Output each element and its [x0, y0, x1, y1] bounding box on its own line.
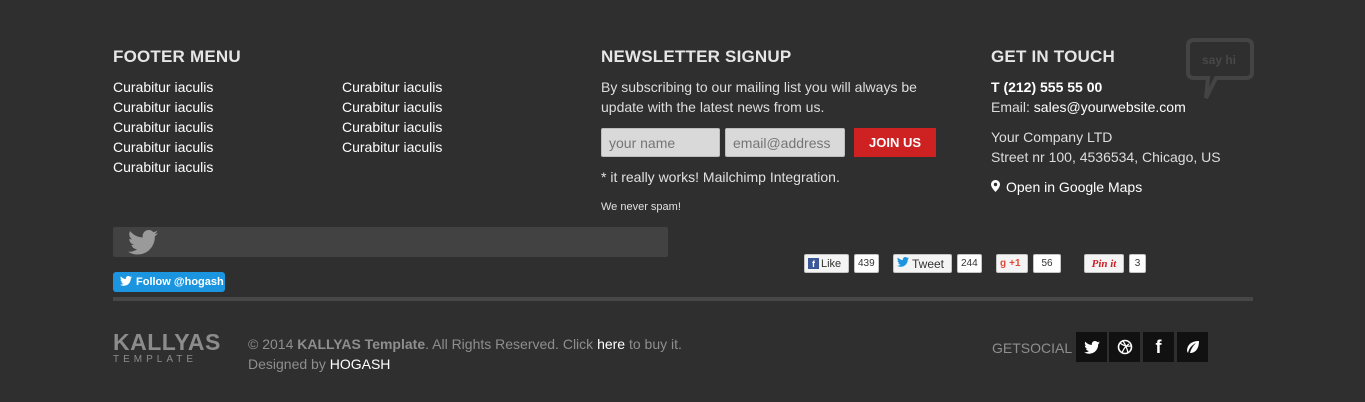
logo-main-text: KALLYAS: [113, 329, 221, 355]
tweet-count: 244: [957, 254, 982, 273]
buy-here-link[interactable]: here: [597, 336, 625, 352]
footer-menu-col-1: Curabitur iaculis Curabitur iaculis Cura…: [113, 77, 213, 177]
google-plus-button[interactable]: g +1: [996, 254, 1028, 273]
contact-block: T (212) 555 55 00 Email: sales@yourwebsi…: [991, 77, 1221, 197]
footer-menu-link[interactable]: Curabitur iaculis: [342, 117, 442, 137]
getsocial-label: GETSOCIAL: [992, 340, 1073, 356]
footer-menu-link[interactable]: Curabitur iaculis: [342, 77, 442, 97]
tweet-bird-icon: [897, 257, 909, 270]
map-marker-icon: [991, 177, 1000, 197]
copyright-brand: KALLYAS Template: [297, 336, 426, 352]
copyright-suffix: to buy it.: [625, 336, 682, 352]
contact-title: GET IN TOUCH: [991, 47, 1115, 66]
twitter-feed-bar: [113, 227, 668, 257]
newsletter-text-line: By subscribing to our mailing list you w…: [601, 79, 917, 95]
twitter-social-icon[interactable]: [1076, 332, 1107, 362]
footer-divider: [113, 297, 1253, 301]
hogash-link[interactable]: HOGASH: [330, 356, 391, 372]
designed-by-prefix: Designed by: [248, 356, 330, 372]
footer-menu-link[interactable]: Curabitur iaculis: [113, 77, 213, 97]
follow-twitter-button[interactable]: Follow @hogash: [113, 272, 225, 292]
twitter-bird-icon: [127, 230, 159, 260]
newsletter-text-line: update with the latest news from us.: [601, 99, 825, 115]
footer-menu-title: FOOTER MENU: [113, 47, 241, 66]
footer-menu-link[interactable]: Curabitur iaculis: [113, 157, 213, 177]
twitter-icon: [120, 273, 132, 291]
contact-email-label: Email:: [991, 99, 1034, 115]
footer-menu-link[interactable]: Curabitur iaculis: [113, 137, 213, 157]
newsletter-note: * it really works! Mailchimp Integration…: [601, 169, 840, 185]
contact-company: Your Company LTD: [991, 129, 1113, 145]
footer-menu-col-2: Curabitur iaculis Curabitur iaculis Cura…: [342, 77, 442, 157]
footer-menu-link[interactable]: Curabitur iaculis: [342, 137, 442, 157]
pinterest-count: 3: [1129, 254, 1146, 273]
facebook-icon: f: [808, 258, 819, 269]
contact-address: Street nr 100, 4536534, Chicago, US: [991, 149, 1221, 165]
facebook-like-count: 439: [854, 254, 879, 273]
google-plus-icon: g: [1000, 258, 1007, 269]
contact-email-link[interactable]: sales@yourwebsite.com: [1034, 99, 1186, 115]
tweet-label: Tweet: [912, 256, 945, 271]
dribbble-social-icon[interactable]: [1109, 332, 1140, 362]
designed-by-line: Designed by HOGASH: [248, 354, 682, 374]
copyright-block: © 2014 KALLYAS Template. All Rights Rese…: [248, 334, 682, 374]
leaf-social-icon[interactable]: [1177, 332, 1208, 362]
footer-menu-link[interactable]: Curabitur iaculis: [342, 97, 442, 117]
tweet-button[interactable]: Tweet: [893, 254, 952, 273]
google-plus-count: 56: [1033, 254, 1061, 273]
newsletter-title: NEWSLETTER SIGNUP: [601, 47, 792, 66]
say-hi-text: say hi: [1202, 53, 1237, 67]
pinterest-button[interactable]: Pin it: [1084, 254, 1124, 273]
facebook-social-icon[interactable]: f: [1143, 332, 1174, 362]
google-maps-link[interactable]: Open in Google Maps: [1006, 177, 1142, 197]
email-input[interactable]: [725, 128, 845, 157]
newsletter-description: By subscribing to our mailing list you w…: [601, 77, 917, 117]
pinterest-label: Pin it: [1091, 257, 1117, 270]
join-us-button[interactable]: JOIN US: [854, 128, 936, 157]
contact-email-row: Email: sales@yourwebsite.com: [991, 97, 1221, 117]
copyright-middle: . All Rights Reserved. Click: [425, 336, 598, 352]
copyright-line: © 2014 KALLYAS Template. All Rights Rese…: [248, 334, 682, 354]
logo-sub-text: TEMPLATE: [113, 354, 198, 365]
footer-menu-link[interactable]: Curabitur iaculis: [113, 97, 213, 117]
name-input[interactable]: [601, 128, 720, 157]
contact-phone: T (212) 555 55 00: [991, 79, 1103, 95]
footer-menu-link[interactable]: Curabitur iaculis: [113, 117, 213, 137]
follow-label: Follow @hogash: [136, 276, 224, 288]
facebook-like-label: Like: [821, 257, 842, 270]
no-spam-note: We never spam!: [601, 201, 681, 213]
kallyas-logo[interactable]: KALLYAS TEMPLATE: [113, 330, 221, 366]
copyright-prefix: © 2014: [248, 336, 298, 352]
google-maps-row[interactable]: Open in Google Maps: [991, 177, 1221, 197]
google-plus-label: +1: [1009, 258, 1021, 269]
facebook-like-button[interactable]: f Like: [804, 254, 849, 273]
